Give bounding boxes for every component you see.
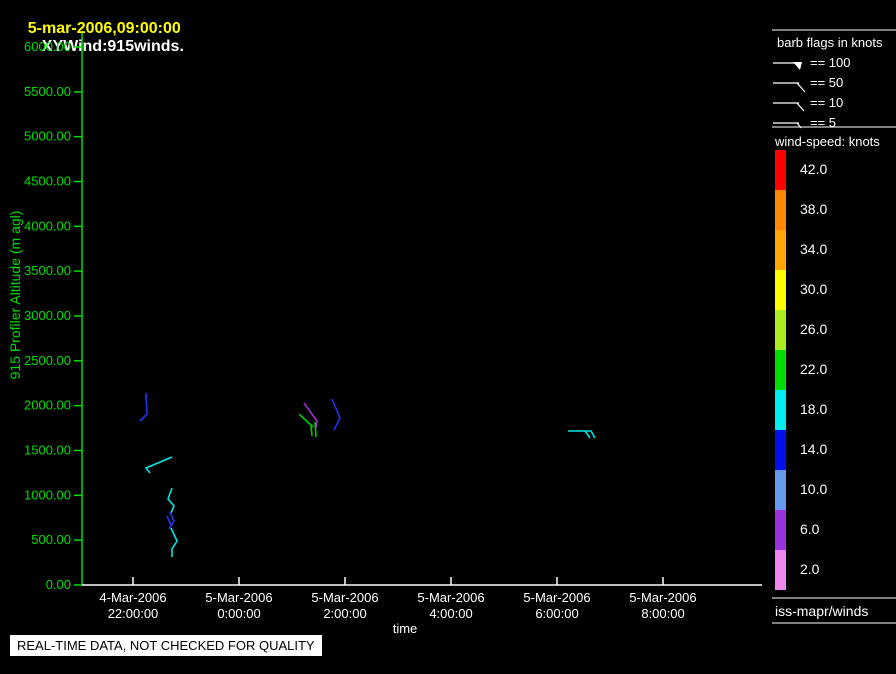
x-tick-date-label: 5-Mar-2006 [205, 590, 272, 605]
x-tick-time-label: 0:00:00 [217, 606, 260, 621]
x-tick-date-label: 5-Mar-2006 [311, 590, 378, 605]
colorbar-label: 10.0 [800, 481, 827, 497]
barb-flag-feather-icon [796, 102, 805, 112]
colorbar-label: 2.0 [800, 561, 820, 577]
wind-barb [139, 392, 148, 422]
y-tick-label: 5500.00 [24, 84, 71, 99]
barb-flag-label: == 5 [810, 115, 836, 130]
barb-flag-label: == 10 [810, 95, 843, 110]
x-tick-date-label: 4-Mar-2006 [99, 590, 166, 605]
colorbar-label: 22.0 [800, 361, 827, 377]
wind-profiler-app-window: 5-mar-2006,09:00:00 XYWind:915winds. 600… [0, 0, 896, 674]
x-tick-time-label: 6:00:00 [535, 606, 578, 621]
wind-profile-plot: 6000.00 5500.00 5000.00 4500.00 4000.00 3500.… [7, 29, 896, 636]
wind-barb [166, 515, 172, 526]
wind-barb [167, 487, 175, 514]
colorbar-segment [775, 430, 786, 470]
x-tick-date-label: 5-Mar-2006 [629, 590, 696, 605]
legend-footer-label: iss-mapr/winds [775, 603, 868, 619]
colorbar-segment [775, 190, 786, 230]
y-tick-label: 2500.00 [24, 353, 71, 368]
y-tick-label: 6000.00 [24, 39, 71, 54]
barb-flag-label: == 50 [810, 75, 843, 90]
y-tick-label: 0.00 [46, 577, 71, 592]
colorbar-segment [775, 310, 786, 350]
x-axis-title: time [393, 621, 418, 636]
colorbar-segment [775, 270, 786, 310]
colorbar-segment [775, 150, 786, 190]
wind-barb [584, 430, 591, 439]
colorbar-label: 6.0 [800, 521, 820, 537]
barb-flags-legend-title: barb flags in knots [777, 35, 883, 50]
wind-barb [331, 398, 341, 431]
colorbar-label: 38.0 [800, 201, 827, 217]
x-tick-time-label: 22:00:00 [108, 606, 159, 621]
status-banner: REAL-TIME DATA, NOT CHECKED FOR QUALITY [10, 635, 322, 656]
colorbar-segment [775, 470, 786, 510]
x-tick-date-label: 5-Mar-2006 [417, 590, 484, 605]
x-tick-time-label: 4:00:00 [429, 606, 472, 621]
colorbar-label: 26.0 [800, 321, 827, 337]
y-tick-label: 1000.00 [24, 487, 71, 502]
colorbar-label: 18.0 [800, 401, 827, 417]
y-tick-label: 5000.00 [24, 129, 71, 144]
colorbar-label: 34.0 [800, 241, 827, 257]
colorbar-segment [775, 350, 786, 390]
y-tick-label: 2000.00 [24, 398, 71, 413]
x-tick-time-label: 2:00:00 [323, 606, 366, 621]
y-axis-title: 915 Profiler Altitude (m agl) [7, 211, 23, 380]
y-tick-label: 3500.00 [24, 263, 71, 278]
y-tick-label: 1500.00 [24, 443, 71, 458]
wind-barb [298, 413, 314, 428]
wind-barb [144, 456, 173, 474]
barb-flag-feather-icon [796, 82, 806, 93]
barb-flag-pennant-icon [793, 62, 802, 70]
x-tick-date-label: 5-Mar-2006 [523, 590, 590, 605]
colorbar-segment [775, 390, 786, 430]
colorbar-segment [775, 550, 786, 590]
x-tick-time-label: 8:00:00 [641, 606, 684, 621]
wind-barb [170, 527, 178, 557]
colorbar-label: 14.0 [800, 441, 827, 457]
y-tick-label: 500.00 [31, 532, 71, 547]
wind-speed-legend-title: wind-speed: knots [774, 134, 880, 149]
y-tick-label: 3000.00 [24, 308, 71, 323]
wind-barb [314, 421, 317, 438]
wind-barb [568, 430, 596, 439]
colorbar-segment [775, 230, 786, 270]
wind-barb [310, 425, 313, 437]
y-tick-label: 4500.00 [24, 174, 71, 189]
colorbar-label: 30.0 [800, 281, 827, 297]
y-tick-label: 4000.00 [24, 218, 71, 233]
barb-flag-label: == 100 [810, 55, 851, 70]
colorbar-label: 42.0 [800, 161, 827, 177]
colorbar-segment [775, 510, 786, 550]
